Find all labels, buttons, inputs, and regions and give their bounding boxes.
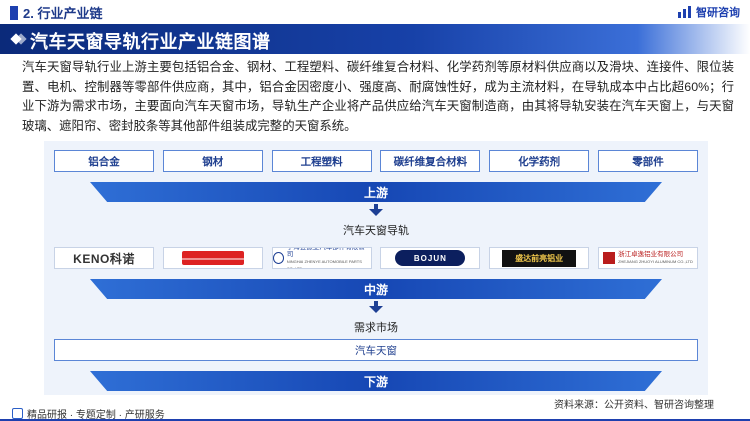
downstream-label: 需求市场 (354, 322, 398, 334)
company-name-en: NINGHAI ZHENYE AUTOMOBILE PARTS CO.,LTD (286, 259, 362, 269)
zhuoyi-emblem-icon (603, 252, 616, 264)
section-label: 2. 行业产业链 (10, 3, 102, 22)
intro-paragraph: 汽车天窗导轨行业上游主要包括铝合金、钢材、工程塑料、碳纤维复合材料、化学药剂等原… (22, 60, 734, 133)
top-bar: 2. 行业产业链 智研咨询 (0, 0, 750, 24)
downstream-market: 汽车天窗 (54, 339, 698, 361)
company-name: 浙江卓逸铝业有限公司 (618, 251, 684, 258)
midstream-companies: KENO科诺 宁海县振业汽车部件有限公司 NINGHAI ZHENYE AUTO… (54, 247, 698, 269)
red-brand-logo (181, 251, 244, 265)
brand-logo: 智研咨询 (678, 4, 740, 20)
company-logo: BOJUN (380, 247, 481, 269)
title-bar: 汽车天窗导轨行业产业链图谱 (0, 24, 750, 54)
keno-logo: KENO科诺 (73, 251, 135, 266)
material-item: 钢材 (162, 150, 263, 172)
downstream-band: 下游 (90, 371, 662, 391)
section-marker (10, 5, 18, 20)
report-icon (12, 408, 23, 419)
down-arrow-icon (369, 204, 383, 216)
shengda-logo: 盛达前亮铝业 (502, 249, 577, 267)
material-item: 化学药剂 (489, 150, 590, 172)
company-logo: 宁海县振业汽车部件有限公司 NINGHAI ZHENYE AUTOMOBILE … (271, 247, 372, 269)
company-logo: 盛达前亮铝业 (489, 247, 590, 269)
circle-emblem-icon (272, 252, 284, 264)
diamond-icon (10, 33, 27, 45)
company-name-en: ZHEJIANG ZHUOYI ALUMINUM CO.,LTD (618, 259, 693, 264)
ningbo-circle-logo: 宁海县振业汽车部件有限公司 NINGHAI ZHENYE AUTOMOBILE … (272, 247, 371, 269)
bar-chart-icon (678, 6, 692, 18)
company-logo: KENO科诺 (54, 247, 154, 269)
company-logo: 浙江卓逸铝业有限公司 ZHEJIANG ZHUOYI ALUMINUM CO.,… (597, 247, 698, 269)
bojun-logo: BOJUN (395, 250, 466, 266)
upstream-band: 上游 (90, 182, 662, 202)
midstream-band: 中游 (90, 279, 662, 299)
material-item: 零部件 (597, 150, 698, 172)
zhuoyi-logo: 浙江卓逸铝业有限公司 ZHEJIANG ZHUOYI ALUMINUM CO.,… (603, 251, 693, 265)
brand-name: 智研咨询 (696, 7, 740, 19)
upstream-materials: 铝合金 钢材 工程塑料 碳纤维复合材料 化学药剂 零部件 (54, 150, 698, 172)
material-item: 铝合金 (54, 150, 154, 172)
source-note: 资料来源：公开资料、智研咨询整理 (554, 400, 714, 411)
company-name: 宁海县振业汽车部件有限公司 (286, 247, 365, 258)
section-label-text: 2. 行业产业链 (23, 6, 103, 21)
material-item: 碳纤维复合材料 (380, 150, 481, 172)
material-item: 工程塑料 (271, 150, 372, 172)
industry-chain-diagram: 铝合金 钢材 工程塑料 碳纤维复合材料 化学药剂 零部件 上游 汽车天窗导轨 K… (44, 141, 708, 395)
page-title: 汽车天窗导轨行业产业链图谱 (30, 32, 271, 52)
midstream-label: 汽车天窗导轨 (343, 225, 409, 237)
company-logo (162, 247, 263, 269)
down-arrow-icon (369, 301, 383, 313)
